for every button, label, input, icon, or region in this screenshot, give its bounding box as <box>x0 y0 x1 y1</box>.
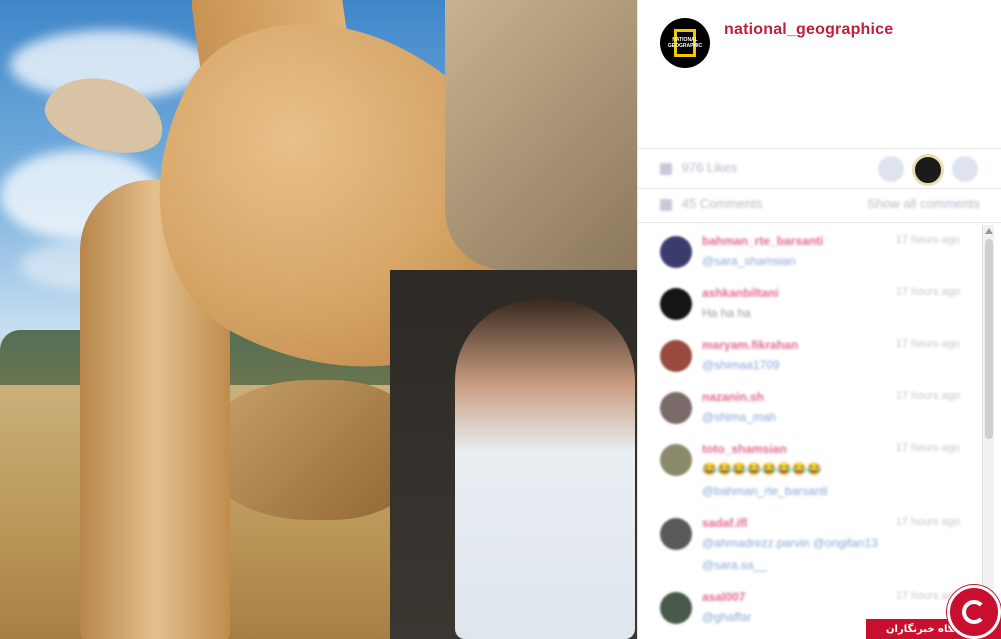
comment-text: @sara_shamsian <box>702 254 796 268</box>
heart-icon <box>660 162 672 175</box>
liker-avatar[interactable] <box>952 156 978 182</box>
commenter-avatar[interactable] <box>660 340 692 372</box>
liker-avatar[interactable] <box>912 154 944 186</box>
comment-text: Ha ha ha <box>702 306 751 320</box>
scroll-up-icon[interactable] <box>985 228 993 234</box>
watermark-logo-mark <box>962 600 986 624</box>
comments-list: bahman_rte_barsanti @sara_shamsian 17 ho… <box>638 222 978 639</box>
comment-time: 17 hours ago <box>895 442 960 454</box>
comment-text: @shimaa1709 <box>702 358 780 372</box>
comment-time: 17 hours ago <box>895 234 960 246</box>
vehicle-canopy <box>445 0 637 270</box>
divider <box>638 188 1001 189</box>
comment-time: 17 hours ago <box>895 516 960 528</box>
commenter-username[interactable]: sadaf.ifl <box>702 516 747 530</box>
comments-scrollbar[interactable] <box>982 225 994 625</box>
commenter-username[interactable]: maryam.fikrahan <box>702 338 798 352</box>
comment-text: @shima_mah <box>702 410 777 424</box>
username-link[interactable]: national_geographice <box>724 21 893 39</box>
comment-text: 😂😂😂😂😂😂😂😂 <box>702 462 822 476</box>
sitting-giraffe <box>200 380 420 520</box>
likes-count: 976 Likes <box>681 160 738 175</box>
logo-text: NATIONAL GEOGRAPHIC <box>667 37 703 49</box>
comment-time: 17 hours ago <box>895 390 960 402</box>
watermark-logo-icon <box>947 585 1001 639</box>
commenter-username[interactable]: bahman_rte_barsanti <box>702 234 823 248</box>
post-photo[interactable] <box>0 0 637 639</box>
commenter-avatar[interactable] <box>660 288 692 320</box>
commenter-username[interactable]: asal007 <box>702 590 745 604</box>
commenter-username[interactable]: ashkanbiltani <box>702 286 779 300</box>
divider <box>638 148 1001 149</box>
liker-avatar[interactable] <box>878 156 904 182</box>
comment-text-line2: @sara.sa__ <box>702 558 767 572</box>
comment-time: 17 hours ago <box>895 286 960 298</box>
commenter-avatar[interactable] <box>660 236 692 268</box>
commenter-username[interactable]: nazanin.sh <box>702 390 764 404</box>
comments-count: 45 Comments <box>681 196 763 211</box>
commenter-avatar[interactable] <box>660 592 692 624</box>
commenter-avatar[interactable] <box>660 392 692 424</box>
woman-in-vehicle <box>455 300 635 639</box>
comment-text-line2: @bahman_rte_barsanti <box>702 484 828 498</box>
comments-row: 45 Comments Show all comments <box>660 196 980 220</box>
comment-time: 17 hours ago <box>895 338 960 350</box>
comment-text: @ahmadrezz.parvin @ongifan13 <box>702 536 878 550</box>
commenter-username[interactable]: toto_shamsian <box>702 442 787 456</box>
comment-text: @ghaffar <box>702 610 752 624</box>
comment-icon <box>660 198 672 211</box>
show-all-comments-link[interactable]: Show all comments <box>867 196 980 211</box>
commenter-avatar[interactable] <box>660 518 692 550</box>
post-header: NATIONAL GEOGRAPHIC national_geographice <box>638 0 1001 148</box>
post-sidebar: NATIONAL GEOGRAPHIC national_geographice… <box>637 0 1001 639</box>
commenter-avatar[interactable] <box>660 444 692 476</box>
scroll-thumb[interactable] <box>985 239 993 439</box>
avatar[interactable]: NATIONAL GEOGRAPHIC <box>660 18 710 68</box>
